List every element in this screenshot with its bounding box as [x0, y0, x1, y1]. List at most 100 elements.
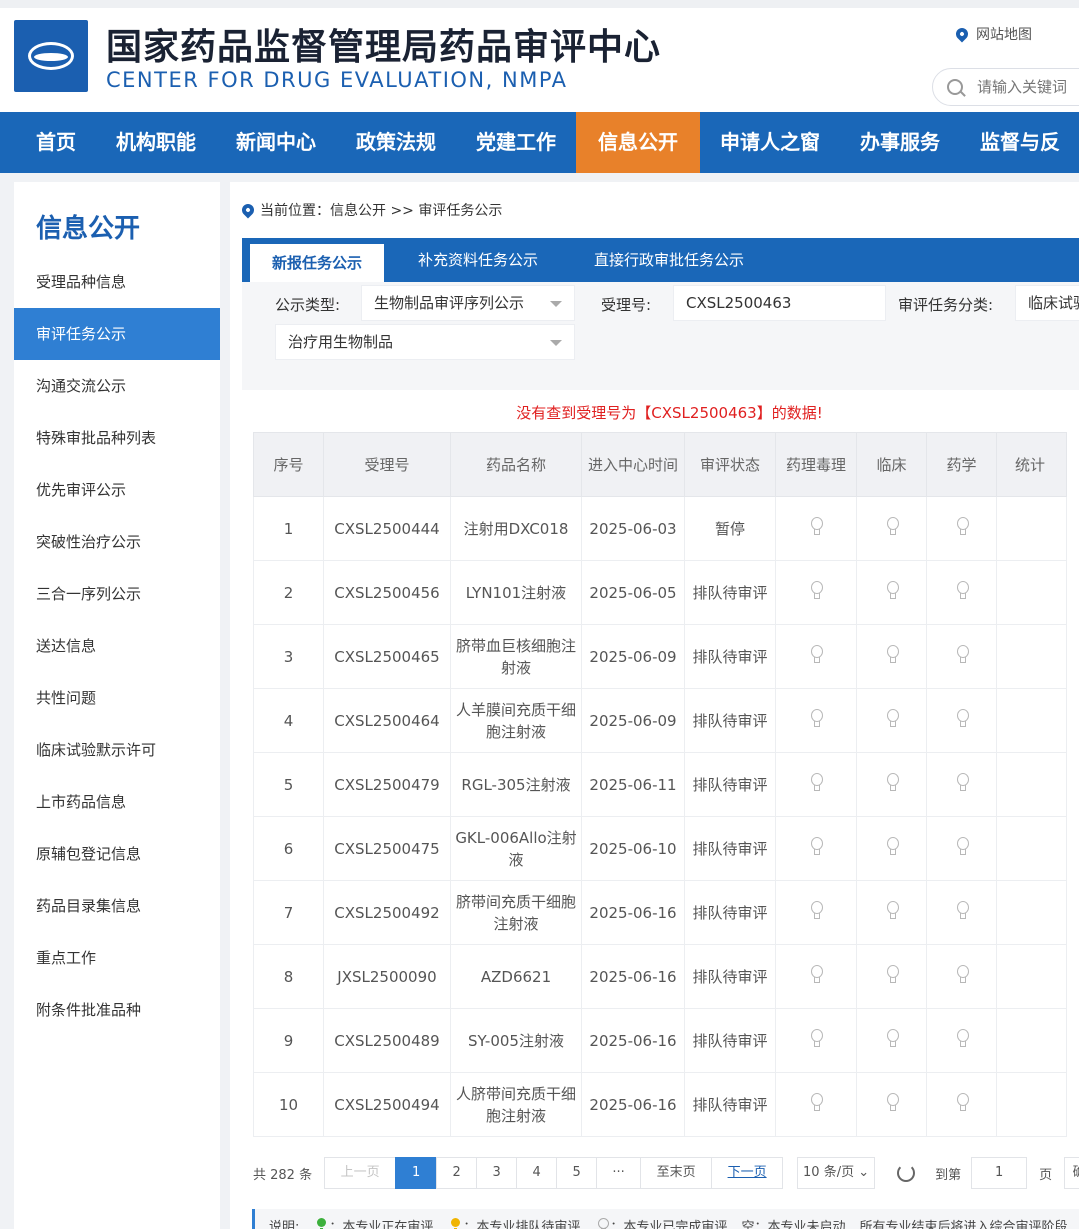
sidebar-item[interactable]: 特殊审批品种列表: [14, 412, 220, 464]
nav-functions[interactable]: 机构职能: [96, 112, 216, 173]
page-button[interactable]: 5: [556, 1157, 598, 1189]
row-accept-no[interactable]: CXSL2500492: [323, 880, 451, 945]
row-progress-cell: [926, 496, 997, 561]
table-row[interactable]: 7 CXSL2500492 脐带间充质干细胞注射液 2025-06-16 排队待审评: [253, 880, 1067, 945]
sidebar-item[interactable]: 附条件批准品种: [14, 984, 220, 1036]
row-statistics-cell: [996, 1008, 1067, 1073]
grey-bulb-icon: [956, 580, 969, 599]
row-accept-no[interactable]: CXSL2500475: [323, 816, 451, 881]
col-header-status: 审评状态: [684, 432, 776, 497]
table-header-row: 序号 受理号 药品名称 进入中心时间 审评状态 药理毒理 临床 药学 统计: [253, 432, 1067, 497]
row-progress-cell: [926, 816, 997, 881]
accept-number-input[interactable]: CXSL2500463: [673, 285, 886, 321]
filter-type-select[interactable]: 生物制品审评序列公示: [361, 285, 575, 321]
goto-page-input[interactable]: 1: [971, 1157, 1028, 1189]
sidebar-item[interactable]: 临床试验默示许可: [14, 724, 220, 776]
table-row[interactable]: 5 CXSL2500479 RGL-305注射液 2025-06-11 排队待审评: [253, 752, 1067, 817]
main-nav: 首页 机构职能 新闻中心 政策法规 党建工作 信息公开 申请人之窗 办事服务 监…: [0, 112, 1079, 173]
nav-news[interactable]: 新闻中心: [216, 112, 336, 173]
row-accept-no[interactable]: CXSL2500494: [323, 1072, 451, 1137]
grey-bulb-icon: [956, 964, 969, 983]
sidebar-item[interactable]: 上市药品信息: [14, 776, 220, 828]
sidebar-item[interactable]: 送达信息: [14, 620, 220, 672]
sidebar-item[interactable]: 三合一序列公示: [14, 568, 220, 620]
goto-label: 到第: [935, 1167, 962, 1183]
site-header: 国家药品监督管理局药品审评中心 CENTER FOR DRUG EVALUATI…: [0, 8, 1079, 112]
table-row[interactable]: 1 CXSL2500444 注射用DXC018 2025-06-03 暂停: [253, 496, 1067, 561]
last-page-button[interactable]: 至末页: [640, 1157, 713, 1189]
row-progress-cell: [775, 880, 857, 945]
table-row[interactable]: 8 JXSL2500090 AZD6621 2025-06-16 排队待审评: [253, 944, 1067, 1009]
row-drug-name: AZD6621: [450, 944, 582, 1009]
goto-confirm-button[interactable]: 确: [1064, 1157, 1079, 1189]
sidebar-item[interactable]: 突破性治疗公示: [14, 516, 220, 568]
table-row[interactable]: 4 CXSL2500464 人羊膜间充质干细胞注射液 2025-06-09 排队待审评: [253, 688, 1067, 753]
sidebar-item-active[interactable]: 审评任务公示: [14, 308, 220, 360]
sidebar-item[interactable]: 共性问题: [14, 672, 220, 724]
table-row[interactable]: 9 CXSL2500489 SY-005注射液 2025-06-16 排队待审评: [253, 1008, 1067, 1073]
row-statistics-cell: [996, 1072, 1067, 1137]
filter-subtype-select[interactable]: 治疗用生物制品: [275, 324, 575, 360]
filter-category-value: 临床试验: [1028, 294, 1079, 312]
sidebar-item[interactable]: 受理品种信息: [14, 256, 220, 308]
col-header-pharmacy: 药学: [926, 432, 997, 497]
row-statistics-cell: [996, 752, 1067, 817]
tab-admin-approval-tasks[interactable]: 直接行政审批任务公示: [594, 238, 744, 282]
legend-label: 说明:: [269, 1219, 300, 1229]
row-progress-cell: [926, 1072, 997, 1137]
grey-bulb-icon: [956, 708, 969, 727]
page-size-select[interactable]: 10 条/页 ⌄: [797, 1157, 876, 1189]
row-accept-no[interactable]: CXSL2500489: [323, 1008, 451, 1073]
row-enter-time: 2025-06-11: [581, 752, 685, 817]
sidebar-item[interactable]: 原辅包登记信息: [14, 828, 220, 880]
row-drug-name: 注射用DXC018: [450, 496, 582, 561]
sitemap-link[interactable]: 网站地图: [953, 24, 1032, 44]
col-header-enter-time: 进入中心时间: [581, 432, 685, 497]
nav-supervision[interactable]: 监督与反: [960, 112, 1079, 173]
col-header-accept-no: 受理号: [323, 432, 451, 497]
page-button[interactable]: 2: [436, 1157, 478, 1189]
row-accept-no[interactable]: CXSL2500479: [323, 752, 451, 817]
grey-bulb-icon: [810, 516, 823, 535]
nav-applicant[interactable]: 申请人之窗: [700, 112, 840, 173]
page-button[interactable]: 3: [476, 1157, 518, 1189]
refresh-icon[interactable]: [897, 1164, 916, 1182]
sidebar-item[interactable]: 药品目录集信息: [14, 880, 220, 932]
search-input[interactable]: [977, 78, 1079, 96]
row-accept-no[interactable]: CXSL2500465: [323, 624, 451, 689]
tab-supplement-tasks[interactable]: 补充资料任务公示: [418, 238, 538, 282]
table-row[interactable]: 2 CXSL2500456 LYN101注射液 2025-06-05 排队待审评: [253, 560, 1067, 625]
page-button-current[interactable]: 1: [395, 1157, 438, 1189]
filter-category-select[interactable]: 临床试验: [1015, 285, 1079, 321]
row-accept-no[interactable]: CXSL2500464: [323, 688, 451, 753]
row-progress-cell: [775, 560, 857, 625]
filter-subtype-value: 治疗用生物制品: [288, 333, 394, 351]
nmpa-logo[interactable]: [14, 20, 88, 92]
nav-info-public[interactable]: 信息公开: [576, 112, 700, 173]
sidebar-item[interactable]: 优先审评公示: [14, 464, 220, 516]
row-accept-no[interactable]: CXSL2500456: [323, 560, 451, 625]
nav-party[interactable]: 党建工作: [456, 112, 576, 173]
nav-services[interactable]: 办事服务: [840, 112, 960, 173]
page-button[interactable]: 4: [516, 1157, 558, 1189]
row-progress-cell: [926, 752, 997, 817]
grey-bulb-icon: [886, 772, 899, 791]
row-accept-no[interactable]: JXSL2500090: [323, 944, 451, 1009]
sidebar-item[interactable]: 重点工作: [14, 932, 220, 984]
grey-bulb-icon: [810, 836, 823, 855]
row-accept-no[interactable]: CXSL2500444: [323, 496, 451, 561]
chevron-down-icon: [550, 340, 562, 346]
table-row[interactable]: 3 CXSL2500465 脐带血巨核细胞注射液 2025-06-09 排队待审评: [253, 624, 1067, 689]
next-page-button[interactable]: 下一页: [711, 1157, 784, 1189]
prev-page-button[interactable]: 上一页: [324, 1157, 397, 1189]
grey-bulb-icon: [886, 1092, 899, 1111]
row-drug-name: GKL-006Allo注射液: [450, 816, 582, 881]
row-enter-time: 2025-06-16: [581, 1072, 685, 1137]
nav-home[interactable]: 首页: [0, 112, 96, 173]
table-row[interactable]: 6 CXSL2500475 GKL-006Allo注射液 2025-06-10 排队待审…: [253, 816, 1067, 881]
search-box[interactable]: [932, 68, 1079, 106]
sidebar-item[interactable]: 沟通交流公示: [14, 360, 220, 412]
nav-policy[interactable]: 政策法规: [336, 112, 456, 173]
table-row[interactable]: 10 CXSL2500494 人脐带间充质干细胞注射液 2025-06-16 排队待审评: [253, 1072, 1067, 1137]
tab-new-tasks[interactable]: 新报任务公示: [250, 244, 385, 282]
